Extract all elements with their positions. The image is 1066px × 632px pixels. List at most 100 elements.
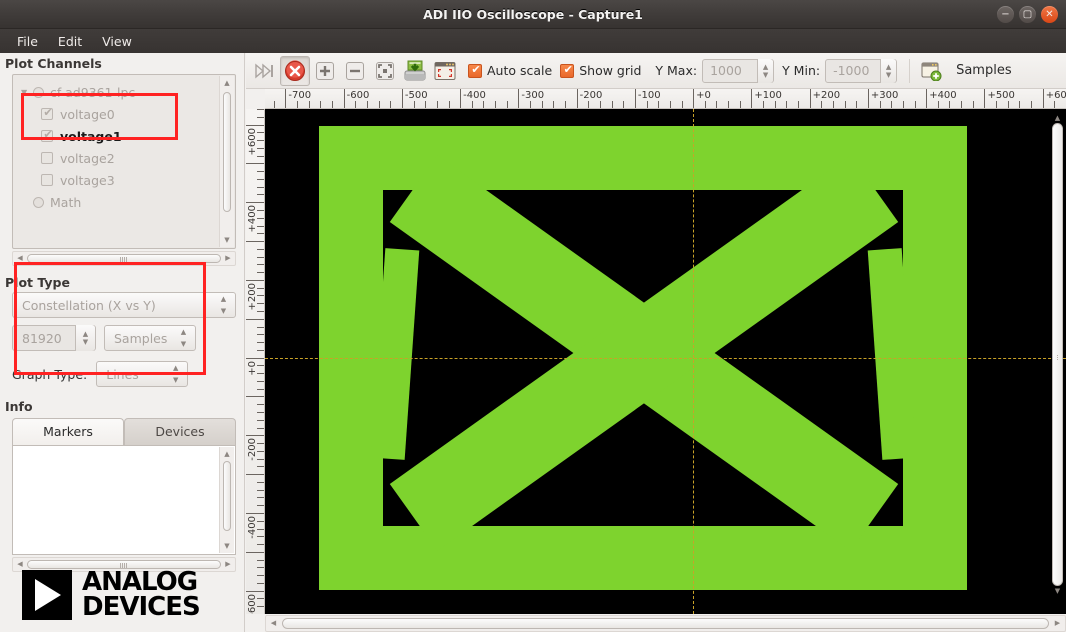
y-tick-minor xyxy=(257,248,264,250)
sample-unit-select[interactable]: Samples ▲ ▼ xyxy=(104,325,196,351)
save-disk-button[interactable] xyxy=(400,56,430,86)
close-button[interactable]: ✕ xyxy=(1041,6,1058,23)
y-min-input[interactable]: -1000 ▲ ▼ xyxy=(825,58,898,83)
y-tick-label: -200 xyxy=(247,438,258,461)
stop-button[interactable] xyxy=(280,55,310,86)
y-tick-minor xyxy=(257,194,264,196)
scrollbar-thumb[interactable] xyxy=(282,618,1049,629)
scroll-right-icon[interactable]: ▶ xyxy=(221,558,235,571)
scroll-left-icon[interactable]: ◀ xyxy=(13,252,27,265)
tree-horizontal-scrollbar[interactable]: ◀ ▶ xyxy=(12,251,236,266)
scrollbar-thumb[interactable] xyxy=(1052,123,1063,586)
y-tick-minor xyxy=(257,334,264,336)
checkbox-icon[interactable] xyxy=(560,63,575,78)
chevron-updown-icon[interactable]: ▲ ▼ xyxy=(219,296,228,315)
checkbox-icon[interactable] xyxy=(41,174,53,186)
spinner-icon[interactable]: ▲ ▼ xyxy=(75,325,95,351)
scrollbar-thumb[interactable] xyxy=(223,461,231,531)
expander-icon[interactable]: ▼ xyxy=(21,88,33,97)
checkbox-icon[interactable] xyxy=(41,152,53,164)
tree-item-label: voltage0 xyxy=(60,106,115,122)
scroll-left-icon[interactable]: ◀ xyxy=(266,616,281,631)
plot-type-heading: Plot Type xyxy=(5,275,70,290)
scroll-up-icon[interactable]: ▲ xyxy=(1051,113,1064,123)
markers-pane[interactable]: ▲ ▼ xyxy=(12,445,236,555)
chevron-updown-icon[interactable]: ▲ ▼ xyxy=(171,365,180,384)
maximize-button[interactable]: ▢ xyxy=(1019,6,1036,23)
logo-text: ANALOG DEVICES xyxy=(82,569,201,620)
plot-channels-heading: Plot Channels xyxy=(5,56,102,71)
y-max-input[interactable]: 1000 ▲ ▼ xyxy=(702,58,775,83)
scroll-down-icon[interactable]: ▼ xyxy=(220,233,234,247)
y-tick-minor xyxy=(257,109,264,110)
x-tick-label: -700 xyxy=(288,90,312,101)
x-tick-minor xyxy=(425,101,427,108)
plot-canvas[interactable]: ▲ ▼ xyxy=(265,109,1066,614)
x-tick-minor xyxy=(949,101,951,108)
menu-item-view[interactable]: View xyxy=(93,31,141,52)
y-tick-minor xyxy=(257,559,264,561)
tree-item-voltage1[interactable]: voltage1 xyxy=(19,125,219,147)
x-tick-minor xyxy=(914,101,916,108)
radio-icon[interactable] xyxy=(33,196,44,208)
menu-item-edit[interactable]: Edit xyxy=(49,31,91,52)
scroll-up-icon[interactable]: ▲ xyxy=(220,447,234,461)
x-tick-minor xyxy=(495,101,497,108)
y-tick-major xyxy=(246,551,264,553)
tree-vertical-scrollbar[interactable]: ▲ ▼ xyxy=(219,76,234,247)
plot-channels-tree[interactable]: ▼ cf-ad9361-lpc voltage0 voltage1 voltag… xyxy=(12,74,236,249)
spinner-icon[interactable]: ▲ ▼ xyxy=(757,58,774,83)
tab-markers[interactable]: Markers xyxy=(12,418,124,445)
plot-vertical-scrollbar[interactable]: ▲ ▼ xyxy=(1051,113,1064,596)
plot-mode-select[interactable]: Constellation (X vs Y) ▲ ▼ xyxy=(12,292,236,318)
x-tick-major xyxy=(518,89,520,108)
plot-horizontal-scrollbar[interactable]: ◀ ▶ xyxy=(265,615,1066,632)
y-tick-minor xyxy=(257,598,264,600)
y-min-label: Y Min: xyxy=(782,63,821,78)
x-axis-ruler[interactable]: -700 -600 -500 -400 -300 -200 -100 +0 +100 +200 +3… xyxy=(265,89,1066,109)
x-tick-minor xyxy=(355,101,357,108)
radio-icon[interactable] xyxy=(33,86,44,98)
zoom-in-button[interactable] xyxy=(310,56,340,86)
y-tick-minor xyxy=(257,380,264,382)
show-grid-checkbox[interactable]: Show grid xyxy=(560,63,641,78)
tree-item-device[interactable]: ▼ cf-ad9361-lpc xyxy=(19,81,219,103)
chevron-updown-icon[interactable]: ▲ ▼ xyxy=(179,329,188,348)
y-tick-minor xyxy=(257,544,264,546)
scroll-up-icon[interactable]: ▲ xyxy=(220,76,234,90)
play-to-end-button[interactable] xyxy=(250,56,280,86)
x-tick-major xyxy=(401,89,403,108)
screenshot-button[interactable] xyxy=(430,56,460,86)
tree-item-math[interactable]: Math xyxy=(19,191,219,213)
sample-count-input[interactable]: 81920 ▲ ▼ xyxy=(12,325,96,351)
y-tick-minor xyxy=(257,466,264,468)
zoom-fit-button[interactable] xyxy=(370,56,400,86)
y-tick-minor xyxy=(257,186,264,188)
x-tick-minor xyxy=(436,101,438,108)
plot-mode-value: Constellation (X vs Y) xyxy=(22,297,156,313)
checkbox-icon[interactable] xyxy=(468,63,483,78)
scroll-right-icon[interactable]: ▶ xyxy=(221,252,235,265)
scroll-right-icon[interactable]: ▶ xyxy=(1050,616,1065,631)
spinner-icon[interactable]: ▲ ▼ xyxy=(880,58,897,83)
checkbox-icon[interactable] xyxy=(41,128,54,142)
tree-item-voltage0[interactable]: voltage0 xyxy=(19,103,219,125)
minimize-button[interactable]: − xyxy=(997,6,1014,23)
menu-item-file[interactable]: File xyxy=(8,31,47,52)
tree-item-voltage3[interactable]: voltage3 xyxy=(19,169,219,191)
zoom-out-button[interactable] xyxy=(340,56,370,86)
scroll-down-icon[interactable]: ▼ xyxy=(220,539,234,553)
checkbox-icon[interactable] xyxy=(41,106,54,120)
markers-vertical-scrollbar[interactable]: ▲ ▼ xyxy=(219,447,234,553)
tab-devices[interactable]: Devices xyxy=(124,418,236,445)
x-tick-minor xyxy=(856,101,858,108)
scrollbar-thumb[interactable] xyxy=(223,92,231,212)
tree-item-voltage2[interactable]: voltage2 xyxy=(19,147,219,169)
y-tick-minor xyxy=(257,311,264,312)
y-axis-ruler[interactable]: +600 +400 +200 +0 -200 -400 -600 xyxy=(246,109,265,614)
add-plot-button[interactable] xyxy=(916,56,946,86)
scroll-down-icon[interactable]: ▼ xyxy=(1051,586,1064,596)
graph-type-select[interactable]: Lines ▲ ▼ xyxy=(96,361,189,387)
auto-scale-checkbox[interactable]: Auto scale xyxy=(468,63,552,78)
y-tick-minor xyxy=(257,575,264,577)
